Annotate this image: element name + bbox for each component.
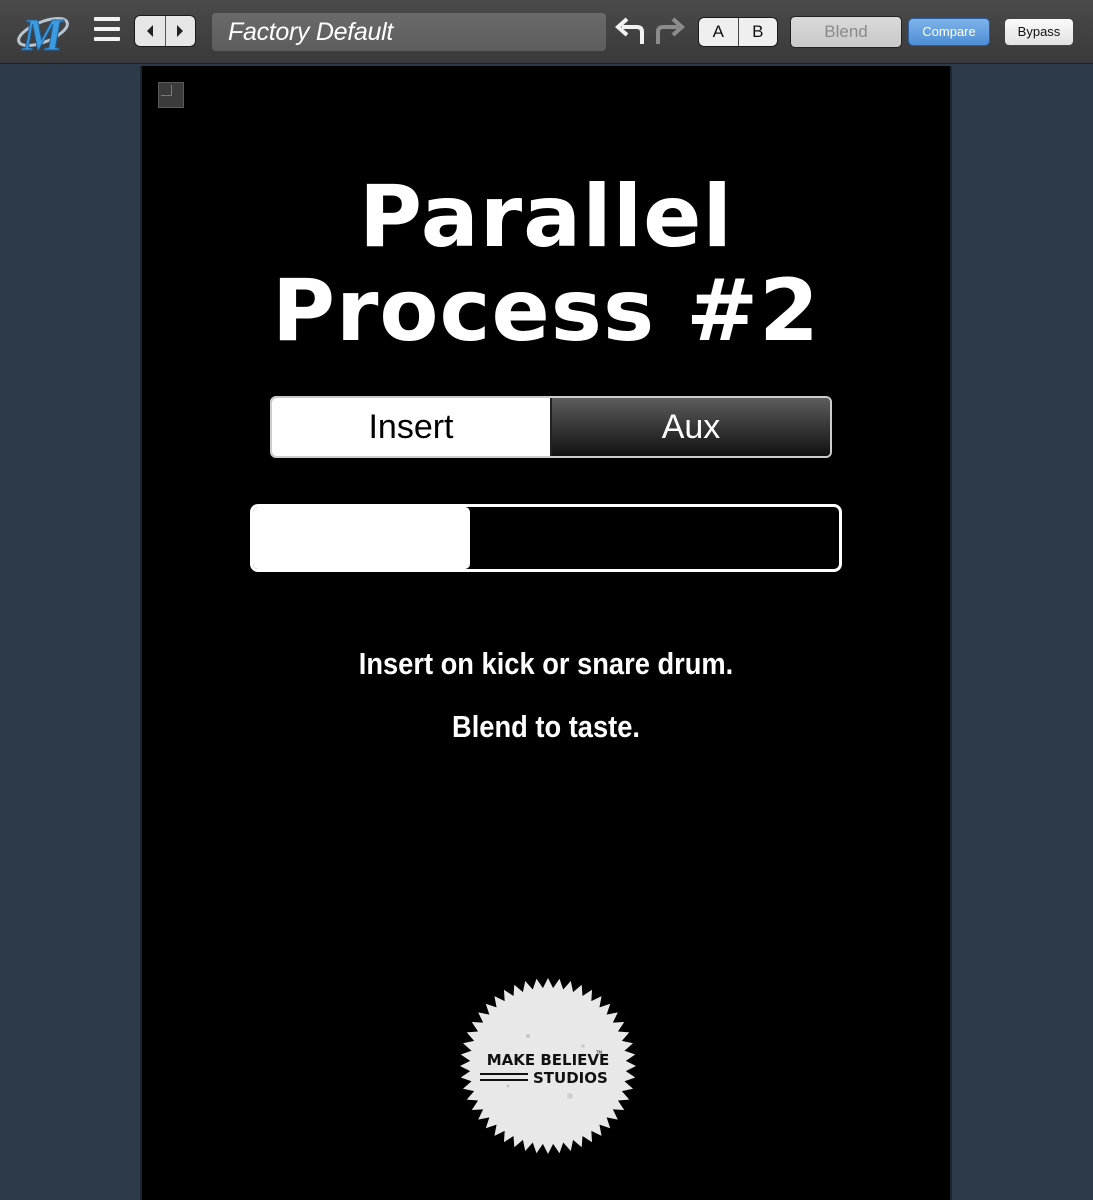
svg-text:MAKE BELIEVE: MAKE BELIEVE bbox=[487, 1051, 610, 1069]
svg-text:STUDIOS: STUDIOS bbox=[533, 1069, 608, 1087]
preset-nav bbox=[134, 15, 196, 47]
a-button[interactable]: A bbox=[699, 18, 738, 46]
host-toolbar: M Factory Default A B Blend Compare Bypa… bbox=[0, 0, 1093, 64]
compare-button[interactable]: Compare bbox=[908, 18, 990, 46]
blend-slider-fill bbox=[253, 507, 470, 569]
insert-mode-button[interactable]: Insert bbox=[272, 398, 550, 456]
caret-right-icon bbox=[177, 25, 184, 37]
title-line-1: Parallel bbox=[359, 167, 733, 267]
svg-text:TM: TM bbox=[595, 1050, 602, 1055]
prev-preset-button[interactable] bbox=[135, 16, 165, 46]
svg-text:M: M bbox=[21, 9, 65, 56]
ab-compare-group: A B bbox=[698, 17, 778, 47]
caret-left-icon bbox=[146, 25, 153, 37]
plugin-panel: Parallel Process #2 Insert Aux Insert on… bbox=[140, 66, 952, 1200]
description-line-1: Insert on kick or snare drum. bbox=[358, 646, 734, 681]
blend-button[interactable]: Blend bbox=[790, 16, 902, 48]
mode-selector: Insert Aux bbox=[270, 396, 832, 458]
next-preset-button[interactable] bbox=[164, 16, 196, 46]
preset-name-field[interactable]: Factory Default bbox=[212, 13, 606, 51]
undo-icon[interactable] bbox=[614, 16, 648, 48]
title-line-2: Process #2 bbox=[271, 261, 821, 361]
blend-slider[interactable] bbox=[250, 504, 842, 572]
aux-mode-button[interactable]: Aux bbox=[550, 398, 830, 456]
resize-icon[interactable] bbox=[158, 82, 184, 108]
bypass-button[interactable]: Bypass bbox=[1004, 18, 1074, 46]
m-logo-icon[interactable]: M bbox=[14, 6, 72, 56]
plugin-title: Parallel Process #2 bbox=[142, 170, 950, 358]
redo-icon[interactable] bbox=[652, 16, 686, 48]
description-line-2: Blend to taste. bbox=[452, 709, 640, 744]
b-button[interactable]: B bbox=[737, 18, 778, 46]
make-believe-studios-seal: MAKE BELIEVE TM STUDIOS bbox=[460, 978, 636, 1154]
menu-icon[interactable] bbox=[92, 17, 122, 45]
